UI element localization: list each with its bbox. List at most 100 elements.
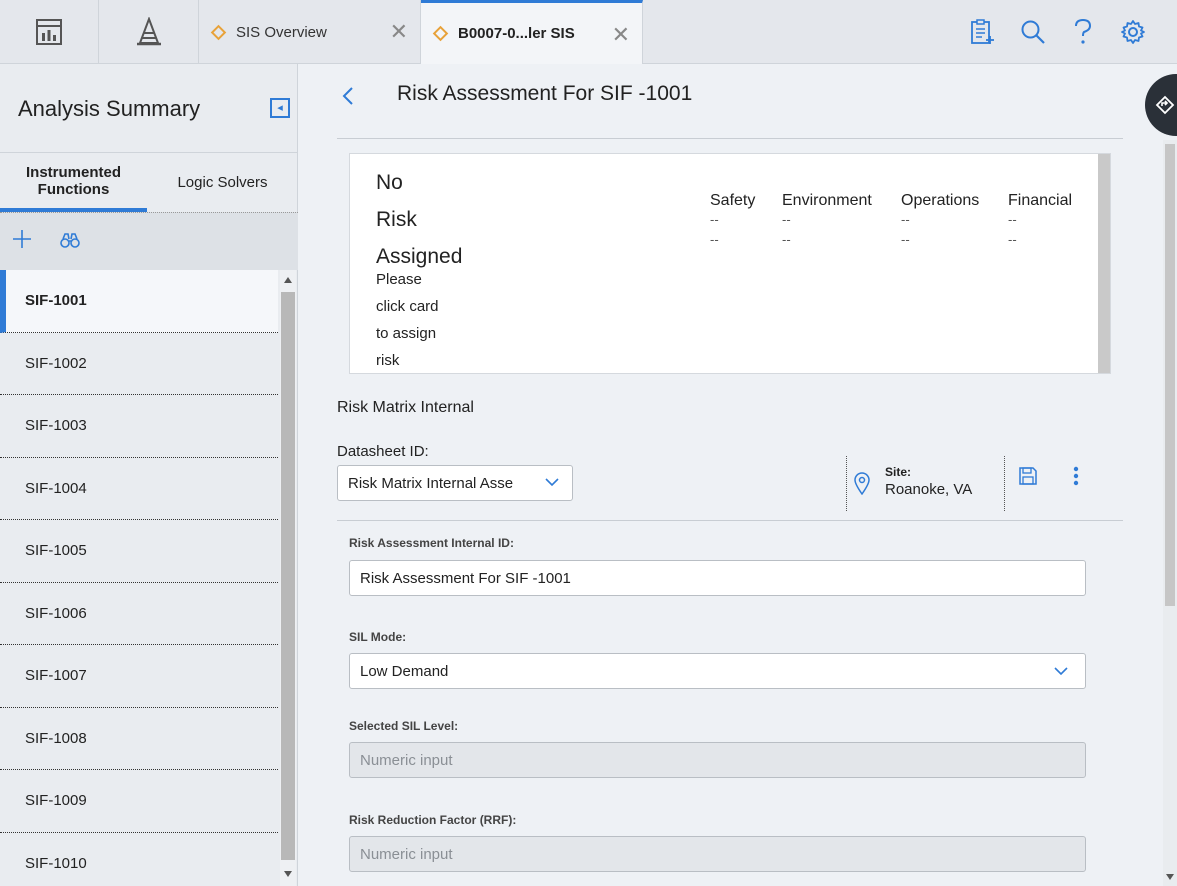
field-placeholder: Numeric input [360,752,453,769]
back-arrow-icon[interactable] [341,86,355,106]
scroll-up-icon[interactable] [283,276,293,284]
hint-line: risk [376,352,400,369]
binoculars-icon[interactable] [60,233,80,249]
list-item[interactable]: SIF-1002 [0,333,278,395]
field-placeholder: Numeric input [360,846,453,863]
rrf-field[interactable]: Numeric input [349,836,1086,872]
list-item[interactable]: SIF-1004 [0,458,278,520]
dashboard-button[interactable] [0,0,99,64]
category-safety: Safety -- -- [710,192,755,250]
divider [337,520,1123,521]
hierarchy-pyramid-icon [136,17,161,46]
hint-line: to assign [376,325,437,342]
chevron-down-icon [1054,667,1068,676]
category-value: -- [782,212,791,227]
category-value: -- [710,212,719,227]
diamond-icon [432,25,449,42]
chevron-left-icon: ◂ [277,101,283,114]
no-risk-line: No [376,171,403,194]
dashboard-icon [36,19,62,45]
risk-assessment-id-label: Risk Assessment Internal ID: [349,536,514,550]
help-button[interactable] [1067,16,1099,48]
card-scrollbar[interactable] [1098,154,1110,373]
clipboard-add-icon [971,19,994,44]
category-value: -- [901,232,910,247]
category-value: -- [1008,232,1017,247]
category-name: Environment [782,192,872,209]
datasheet-select[interactable]: Risk Matrix Internal Asse [337,465,573,501]
list-item[interactable]: SIF-1006 [0,583,278,645]
diamond-icon [210,24,227,40]
category-name: Operations [901,192,980,209]
main-scrollbar[interactable] [1163,140,1177,886]
gear-icon [1121,20,1145,44]
panel-toolbar [0,212,298,270]
selected-sil-level-field[interactable]: Numeric input [349,742,1086,778]
add-icon[interactable] [12,229,32,249]
sil-mode-select[interactable]: Low Demand [349,653,1086,689]
save-icon[interactable] [1018,466,1038,486]
list-item[interactable]: SIF-1007 [0,645,278,708]
tab-b0007-sis[interactable]: B0007-0...ler SIS ✕ [421,0,643,64]
panel-tabs: Instrumented Functions Logic Solvers [0,152,298,212]
datasheet-value: Risk Matrix Internal Asse [348,475,514,492]
page-title: Risk Assessment For SIF -1001 [397,82,693,105]
datasheet-label: Datasheet ID: [337,443,429,460]
category-financial: Financial -- -- [1008,192,1072,250]
settings-button[interactable] [1117,16,1149,48]
risk-card[interactable]: No Risk Assigned Please click card to as… [349,153,1111,374]
clipboard-button[interactable] [966,16,998,48]
list-scrollbar[interactable] [280,270,296,886]
section-title: Risk Matrix Internal [337,399,474,416]
asset-hierarchy-button[interactable] [99,0,199,64]
scrollbar-thumb[interactable] [1165,144,1175,606]
list-item[interactable]: SIF-1001 [0,270,278,333]
collapse-panel-button[interactable]: ◂ [270,98,290,118]
tab-logic-solvers[interactable]: Logic Solvers [147,153,298,211]
navigation-icon [1155,95,1175,115]
category-operations: Operations -- -- [901,192,979,250]
site-value: Roanoke, VA [885,481,973,498]
no-risk-line: Risk [376,208,417,231]
category-value: -- [710,232,719,247]
tab-instrumented-functions[interactable]: Instrumented Functions [0,153,147,212]
assign-hint: Please click card to assign risk [376,266,439,374]
location-pin-icon [854,472,870,495]
scroll-down-icon[interactable] [283,870,293,878]
list-item[interactable]: SIF-1009 [0,770,278,833]
list-item[interactable]: SIF-1010 [0,833,278,886]
chevron-down-icon [545,478,559,487]
more-options-icon[interactable] [1073,466,1079,486]
risk-assessment-id-field[interactable]: Risk Assessment For SIF -1001 [349,560,1086,596]
category-name: Safety [710,192,756,209]
divider [337,138,1123,139]
scroll-down-icon[interactable] [1165,873,1175,881]
field-value: Low Demand [360,663,449,680]
analysis-summary-panel: Analysis Summary ◂ Instrumented Function… [0,64,298,886]
close-icon[interactable]: ✕ [612,24,630,46]
list-item[interactable]: SIF-1003 [0,395,278,458]
tab-label: B0007-0...ler SIS [458,25,575,42]
search-icon [1021,20,1045,44]
divider [846,456,847,511]
field-value: Risk Assessment For SIF -1001 [360,570,571,587]
selected-sil-level-label: Selected SIL Level: [349,719,459,733]
category-name: Financial [1008,192,1073,209]
list-item[interactable]: SIF-1005 [0,520,278,583]
rrf-label: Risk Reduction Factor (RRF): [349,813,517,827]
tab-sis-overview[interactable]: SIS Overview ✕ [199,0,421,64]
list-item[interactable]: SIF-1008 [0,708,278,770]
scrollbar-thumb[interactable] [281,292,295,860]
category-value: -- [901,212,910,227]
site-label: Site: [885,465,912,479]
top-bar: SIS Overview ✕ B0007-0...ler SIS ✕ [0,0,1177,64]
sil-mode-label: SIL Mode: [349,630,407,644]
close-icon[interactable]: ✕ [390,21,408,43]
divider [1004,456,1005,511]
hint-line: Please [376,271,422,288]
category-value: -- [782,232,791,247]
main-content: Risk Assessment For SIF -1001 No Risk As… [299,64,1177,886]
category-environment: Environment -- -- [782,192,872,250]
sif-list: SIF-1001 SIF-1002 SIF-1003 SIF-1004 SIF-… [0,270,278,886]
search-button[interactable] [1017,16,1049,48]
